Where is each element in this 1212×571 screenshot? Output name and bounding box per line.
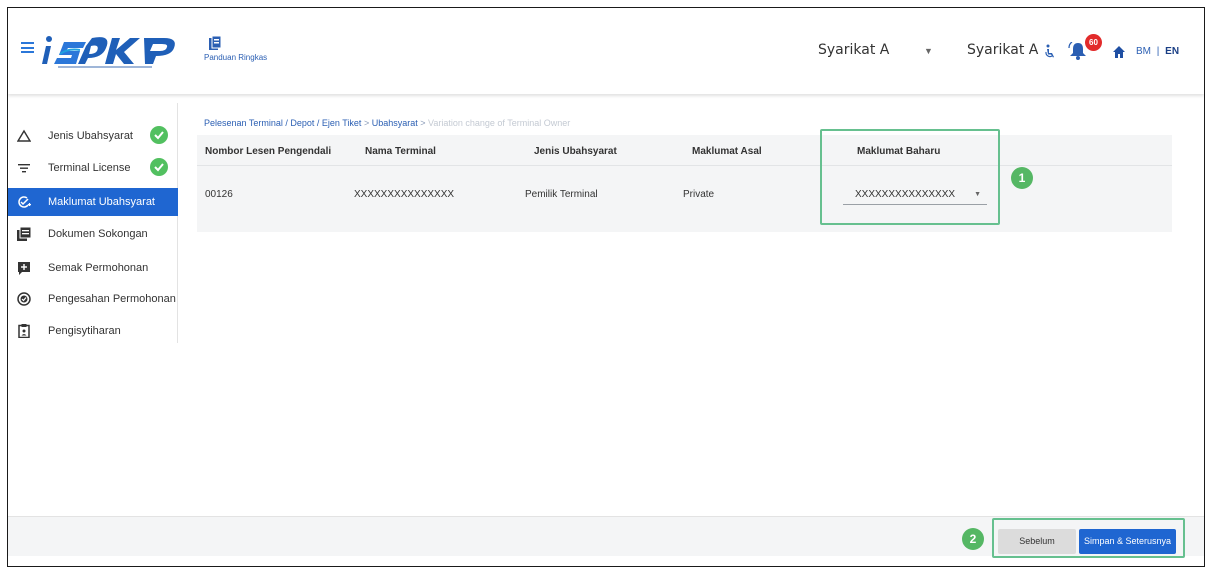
sidebar-item-label: Terminal License bbox=[48, 162, 131, 174]
breadcrumb-separator: > bbox=[420, 118, 426, 128]
sidebar-item-label: Semak Permohonan bbox=[48, 262, 149, 274]
review-icon bbox=[18, 262, 30, 275]
lang-bm-link[interactable]: BM bbox=[1136, 46, 1151, 57]
sidebar-item-pengesahan-permohonan[interactable]: Pengesahan Permohonan bbox=[8, 285, 178, 313]
language-switcher: BM | EN bbox=[1136, 46, 1179, 57]
edit-check-icon bbox=[18, 196, 31, 208]
column-header: Nombor Lesen Pengendali bbox=[205, 146, 332, 157]
sidebar-item-label: Jenis Ubahsyarat bbox=[48, 130, 133, 142]
hamburger-menu-icon[interactable] bbox=[21, 42, 34, 53]
column-header: Jenis Ubahsyarat bbox=[534, 146, 617, 157]
breadcrumb-link-ubahsyarat[interactable]: Ubahsyarat bbox=[372, 118, 418, 128]
company-selector[interactable]: Syarikat A bbox=[818, 42, 889, 58]
column-header: Maklumat Asal bbox=[692, 146, 762, 157]
highlight-box-1 bbox=[820, 129, 1000, 225]
notification-badge: 60 bbox=[1085, 34, 1102, 51]
sidebar-steps: Jenis Ubahsyarat Terminal License Maklum… bbox=[8, 103, 178, 343]
chevron-down-icon[interactable]: ▼ bbox=[924, 46, 933, 56]
company-name: Syarikat A bbox=[967, 42, 1039, 58]
check-circle-icon bbox=[150, 158, 168, 176]
step-marker-2: 2 bbox=[962, 528, 984, 550]
accessibility-icon[interactable] bbox=[1044, 44, 1056, 58]
top-bar: Panduan Ringkas Syarikat A ▼ Syarikat A … bbox=[8, 8, 1204, 94]
sidebar-item-label: Maklumat Ubahsyarat bbox=[48, 196, 155, 208]
sidebar-item-label: Pengisytiharan bbox=[48, 325, 121, 337]
quick-guide-label: Panduan Ringkas bbox=[204, 53, 268, 62]
breadcrumb-link-pelesenan[interactable]: Pelesenan Terminal / Depot / Ejen Tiket bbox=[204, 118, 361, 128]
cell-license-number: 00126 bbox=[205, 189, 233, 200]
breadcrumb-separator: > bbox=[363, 118, 370, 128]
lang-en-link[interactable]: EN bbox=[1165, 46, 1179, 57]
sidebar-item-dokumen-sokongan[interactable]: Dokumen Sokongan bbox=[8, 220, 178, 248]
step-marker-1: 1 bbox=[1011, 167, 1033, 189]
document-icon bbox=[17, 227, 31, 241]
book-icon bbox=[209, 36, 221, 50]
quick-guide-link[interactable]: Panduan Ringkas bbox=[204, 36, 268, 72]
breadcrumb: Pelesenan Terminal / Depot / Ejen Tiket … bbox=[204, 118, 570, 128]
column-header: Nama Terminal bbox=[365, 146, 436, 157]
sidebar-item-label: Pengesahan Permohonan bbox=[48, 293, 176, 305]
sidebar-item-pengisytiharan[interactable]: Pengisytiharan bbox=[8, 317, 178, 345]
cell-variation-type: Pemilik Terminal bbox=[525, 189, 598, 200]
cell-original-info: Private bbox=[683, 189, 715, 200]
verify-icon bbox=[17, 292, 31, 306]
breadcrumb-current: Variation change of Terminal Owner bbox=[428, 118, 571, 128]
sidebar-item-maklumat-ubahsyarat[interactable]: Maklumat Ubahsyarat bbox=[8, 188, 178, 216]
cell-terminal-name: XXXXXXXXXXXXXXX bbox=[354, 189, 455, 200]
sidebar-item-semak-permohonan[interactable]: Semak Permohonan bbox=[8, 254, 178, 282]
ispkp-logo[interactable] bbox=[40, 24, 184, 72]
filter-icon bbox=[18, 164, 30, 173]
sidebar-item-terminal-license[interactable]: Terminal License bbox=[8, 154, 178, 182]
sidebar-item-label: Dokumen Sokongan bbox=[48, 228, 148, 240]
highlight-box-2 bbox=[992, 518, 1185, 558]
lang-separator: | bbox=[1156, 46, 1160, 57]
clipboard-icon bbox=[18, 324, 30, 338]
home-icon[interactable] bbox=[1113, 46, 1125, 58]
app-window: Panduan Ringkas Syarikat A ▼ Syarikat A … bbox=[7, 7, 1205, 567]
triangle-icon bbox=[17, 129, 31, 142]
check-circle-icon bbox=[150, 126, 168, 144]
header-divider bbox=[197, 165, 1172, 166]
sidebar-item-jenis-ubahsyarat[interactable]: Jenis Ubahsyarat bbox=[8, 122, 178, 150]
